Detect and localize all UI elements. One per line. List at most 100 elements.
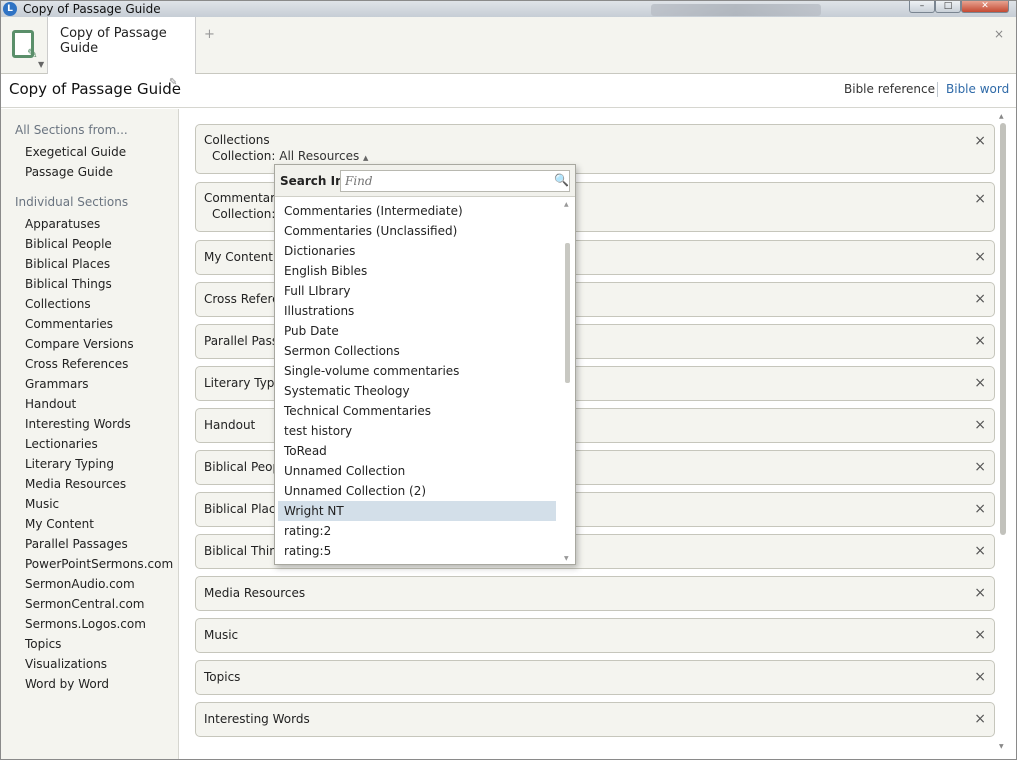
search-in-header: Search In 🔍 [275,165,575,197]
collection-selector[interactable]: Collection: [212,207,275,221]
sidebar-item-powerpointsermons-com[interactable]: PowerPointSermons.com [25,557,173,571]
collection-option[interactable]: Technical Commentaries [278,401,556,421]
search-icon[interactable]: 🔍 [554,173,569,187]
section-topics[interactable]: Topics × [195,660,995,695]
pencil-icon: ✎ [27,47,38,62]
collection-option[interactable]: Pub Date [278,321,556,341]
scroll-down-arrow[interactable]: ▼ [999,743,1004,750]
dropdown-scrollbar[interactable]: ▲ ▼ [564,201,572,563]
collection-list: Commentaries (Intermediate) Commentaries … [278,201,560,563]
close-window-button[interactable]: ✕ [961,1,1009,13]
page-title: Copy of Passage Guide [9,80,181,98]
sidebar-item-handout[interactable]: Handout [25,397,76,411]
collection-option[interactable]: rating:5 [278,541,556,561]
close-icon[interactable]: × [974,417,986,433]
sidebar-item-parallel-passages[interactable]: Parallel Passages [25,537,128,551]
scroll-thumb[interactable] [1000,123,1006,535]
section-title: Topics [204,670,241,684]
chevron-up-icon[interactable]: ▲ [363,154,368,162]
section-music[interactable]: Music × [195,618,995,653]
bible-reference-link[interactable]: Bible reference [844,82,935,96]
sidebar-item-interesting-words[interactable]: Interesting Words [25,417,131,431]
sidebar-item-my-content[interactable]: My Content [25,517,94,531]
minimize-button[interactable]: – [909,1,935,13]
sidebar-item-music[interactable]: Music [25,497,59,511]
sidebar-item-collections[interactable]: Collections [25,297,91,311]
main-scrollbar[interactable]: ▲ ▼ [999,113,1008,753]
close-icon[interactable]: × [974,375,986,391]
find-input[interactable] [340,170,570,192]
collection-option[interactable]: Commentaries (Intermediate) [278,201,556,221]
close-icon[interactable]: × [974,669,986,685]
scroll-down-arrow[interactable]: ▼ [564,555,569,562]
sidebar-item-word-by-word[interactable]: Word by Word [25,677,109,691]
collection-option[interactable]: Full LIbrary [278,281,556,301]
close-icon[interactable]: × [974,191,986,207]
section-title: Media Resources [204,586,306,600]
sidebar-item-commentaries[interactable]: Commentaries [25,317,113,331]
sidebar-item-biblical-places[interactable]: Biblical Places [25,257,110,271]
collection-option[interactable]: rating:2 [278,521,556,541]
collection-option[interactable]: Unnamed Collection (2) [278,481,556,501]
collection-value[interactable]: All Resources [279,149,359,163]
sidebar-item-cross-references[interactable]: Cross References [25,357,128,371]
close-icon[interactable]: × [974,459,986,475]
close-icon[interactable]: × [974,627,986,643]
section-title: My Content [204,250,273,264]
collection-option[interactable]: Sermon Collections [278,341,556,361]
section-title: Handout [204,418,256,432]
sidebar-item-sermons-logos-com[interactable]: Sermons.Logos.com [25,617,146,631]
tab-label: Copy of Passage Guide [60,26,167,56]
scroll-up-arrow[interactable]: ▲ [999,113,1004,120]
sidebar-item-sermonaudio-com[interactable]: SermonAudio.com [25,577,135,591]
close-icon[interactable]: × [974,249,986,265]
maximize-button[interactable]: □ [935,1,961,13]
close-tab-button[interactable]: × [994,27,1004,41]
scroll-thumb[interactable] [565,243,570,383]
tab-bar: ✎ ▼ Copy of Passage Guide + × [1,17,1016,74]
edit-icon[interactable]: ✎ [169,77,177,88]
sidebar-item-visualizations[interactable]: Visualizations [25,657,107,671]
sidebar-item-biblical-things[interactable]: Biblical Things [25,277,112,291]
sidebar-item-exegetical-guide[interactable]: Exegetical Guide [25,145,126,159]
sidebar-item-lectionaries[interactable]: Lectionaries [25,437,98,451]
close-icon[interactable]: × [974,291,986,307]
sidebar-item-passage-guide[interactable]: Passage Guide [25,165,113,179]
collection-option[interactable]: Commentaries (Unclassified) [278,221,556,241]
section-media-resources[interactable]: Media Resources × [195,576,995,611]
collection-selector[interactable]: Collection: All Resources ▲ [212,149,368,163]
close-icon[interactable]: × [974,333,986,349]
sidebar-item-media-resources[interactable]: Media Resources [25,477,126,491]
collection-option[interactable]: Illustrations [278,301,556,321]
section-interesting-words[interactable]: Interesting Words × [195,702,995,737]
collection-option[interactable]: Single-volume commentaries [278,361,556,381]
sidebar-item-sermoncentral-com[interactable]: SermonCentral.com [25,597,145,611]
tab-copy-of-passage-guide[interactable]: Copy of Passage Guide [47,17,196,74]
collection-option[interactable]: ToRead [278,441,556,461]
guide-header: Copy of Passage Guide ✎ Bible reference … [1,74,1016,108]
collection-option[interactable]: Dictionaries [278,241,556,261]
app-window: L Copy of Passage Guide – □ ✕ ✎ ▼ Copy o… [0,0,1017,760]
scroll-up-arrow[interactable]: ▲ [564,201,569,208]
close-icon[interactable]: × [974,543,986,559]
sidebar-item-literary-typing[interactable]: Literary Typing [25,457,114,471]
title-bar[interactable]: L Copy of Passage Guide – □ ✕ [1,1,1016,17]
close-icon[interactable]: × [974,585,986,601]
collection-dropdown: Search In 🔍 Commentaries (Intermediate)C… [274,164,576,565]
close-icon[interactable]: × [974,501,986,517]
sidebar-item-apparatuses[interactable]: Apparatuses [25,217,100,231]
collection-option[interactable]: test history [278,421,556,441]
close-icon[interactable]: × [974,711,986,727]
bible-word-link[interactable]: Bible word [946,82,1009,96]
sidebar-item-compare-versions[interactable]: Compare Versions [25,337,134,351]
close-icon[interactable]: × [974,133,986,149]
collection-option[interactable]: Systematic Theology [278,381,556,401]
sidebar-item-biblical-people[interactable]: Biblical People [25,237,112,251]
collection-option[interactable]: Wright NT [278,501,556,521]
collection-option[interactable]: English Bibles [278,261,556,281]
guide-icon[interactable]: ✎ ▼ [7,27,45,71]
sidebar-item-grammars[interactable]: Grammars [25,377,89,391]
sidebar-item-topics[interactable]: Topics [25,637,61,651]
collection-option[interactable]: Unnamed Collection [278,461,556,481]
add-tab-button[interactable]: + [204,27,215,42]
